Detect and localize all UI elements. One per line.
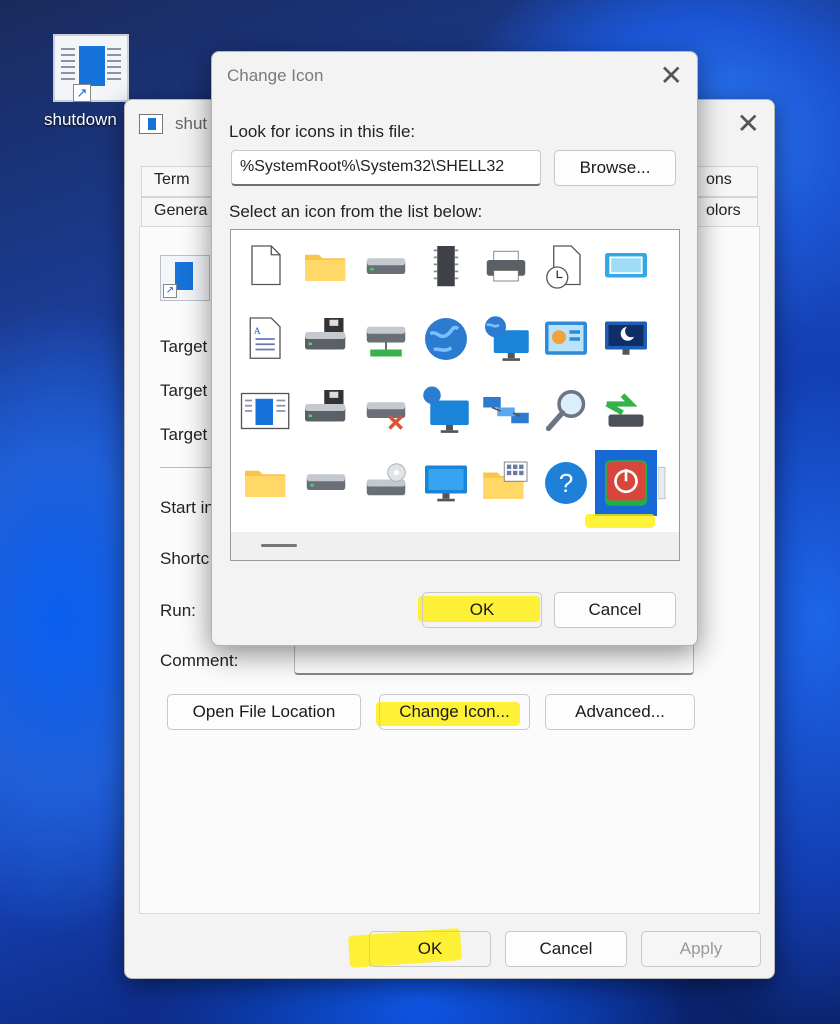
dialog-cancel-button[interactable]: Cancel bbox=[554, 592, 676, 628]
magnifier-icon[interactable] bbox=[535, 378, 597, 444]
change-icon-dialog: Change Icon ✕ Look for icons in this fil… bbox=[211, 51, 698, 646]
advanced-button[interactable]: Advanced... bbox=[545, 694, 695, 730]
folder-grid-icon[interactable] bbox=[475, 450, 537, 516]
partial-icon[interactable] bbox=[655, 450, 679, 516]
start-in-label: Start in bbox=[160, 498, 214, 517]
look-for-label: Look for icons in this file: bbox=[229, 122, 416, 141]
printer-icon[interactable] bbox=[475, 234, 537, 300]
divider bbox=[160, 467, 216, 468]
horizontal-scrollbar[interactable] bbox=[231, 532, 679, 560]
comment-input[interactable] bbox=[294, 641, 694, 675]
power-icon[interactable] bbox=[595, 450, 657, 516]
drive-icon[interactable] bbox=[295, 450, 357, 516]
tab-options[interactable]: ons bbox=[693, 166, 758, 197]
open-file-location-button[interactable]: Open File Location bbox=[167, 694, 361, 730]
icon-list[interactable]: A? bbox=[230, 229, 680, 561]
cd-drive-icon[interactable] bbox=[355, 450, 417, 516]
window-icon bbox=[139, 114, 163, 134]
monitor-icon[interactable] bbox=[415, 450, 477, 516]
ok-button[interactable]: OK bbox=[369, 931, 491, 967]
window-icon[interactable] bbox=[235, 378, 297, 444]
drive-error-icon[interactable] bbox=[355, 378, 417, 444]
shortcut-icon: ↗ bbox=[53, 34, 129, 102]
tab-general[interactable]: Genera bbox=[141, 197, 213, 228]
close-icon[interactable]: ✕ bbox=[660, 62, 683, 90]
browse-button[interactable]: Browse... bbox=[554, 150, 676, 186]
shortcut-overlay-icon[interactable] bbox=[655, 234, 679, 300]
shortcut-arrow-icon: ↗ bbox=[163, 284, 177, 298]
folder-icon[interactable] bbox=[295, 234, 357, 300]
properties-title: shut bbox=[175, 114, 208, 133]
network-drive-icon[interactable] bbox=[355, 306, 417, 372]
change-icon-button[interactable]: Change Icon... bbox=[379, 694, 530, 730]
apply-button[interactable]: Apply bbox=[641, 931, 761, 967]
text-document-icon[interactable]: A bbox=[235, 306, 297, 372]
globe-monitor-icon[interactable] bbox=[475, 306, 537, 372]
shortcut-arrow-icon: ↗ bbox=[73, 84, 91, 102]
shortcut-key-label: Shortc bbox=[160, 549, 210, 568]
folder-icon[interactable] bbox=[235, 450, 297, 516]
help-icon[interactable]: ? bbox=[535, 450, 597, 516]
comment-label: Comment: bbox=[160, 651, 239, 670]
document-clock-icon[interactable] bbox=[535, 234, 597, 300]
svg-text:A: A bbox=[254, 326, 261, 337]
select-icon-label: Select an icon from the list below: bbox=[229, 202, 483, 221]
close-icon[interactable]: ✕ bbox=[737, 110, 760, 138]
floppy-drive-icon[interactable] bbox=[295, 378, 357, 444]
icon-grid: A? bbox=[235, 234, 679, 534]
drive-icon[interactable] bbox=[355, 234, 417, 300]
blank-document-icon[interactable] bbox=[235, 234, 297, 300]
network-monitor-icon[interactable] bbox=[415, 378, 477, 444]
monitor-window-icon[interactable] bbox=[595, 234, 657, 300]
dialog-ok-button[interactable]: OK bbox=[422, 592, 542, 628]
dialog-title: Change Icon bbox=[227, 66, 324, 85]
scrollbar-thumb[interactable] bbox=[261, 544, 297, 547]
usb-arrow-icon[interactable] bbox=[595, 378, 657, 444]
cancel-button[interactable]: Cancel bbox=[505, 931, 627, 967]
target-location-label: Target bbox=[160, 381, 208, 400]
control-panel-icon[interactable] bbox=[535, 306, 597, 372]
svg-text:?: ? bbox=[559, 468, 574, 498]
monitor-moon-icon[interactable] bbox=[595, 306, 657, 372]
floppy-drive-icon[interactable] bbox=[295, 306, 357, 372]
run-label: Run: bbox=[160, 601, 196, 620]
memory-chip-icon[interactable] bbox=[415, 234, 477, 300]
target-type-label: Target bbox=[160, 337, 208, 356]
target-label: Target bbox=[160, 425, 208, 444]
highlight-mark bbox=[585, 514, 655, 528]
globe-icon[interactable] bbox=[415, 306, 477, 372]
tab-colors[interactable]: olors bbox=[693, 197, 758, 228]
tab-terminal[interactable]: Term bbox=[141, 166, 213, 197]
icon-file-path-input[interactable]: %SystemRoot%\System32\SHELL32 bbox=[231, 150, 541, 186]
shortcut-icon: ↗ bbox=[160, 255, 210, 301]
shortcut-arrow-icon[interactable] bbox=[655, 306, 679, 372]
network-icon[interactable] bbox=[475, 378, 537, 444]
box-icon[interactable] bbox=[655, 378, 679, 444]
